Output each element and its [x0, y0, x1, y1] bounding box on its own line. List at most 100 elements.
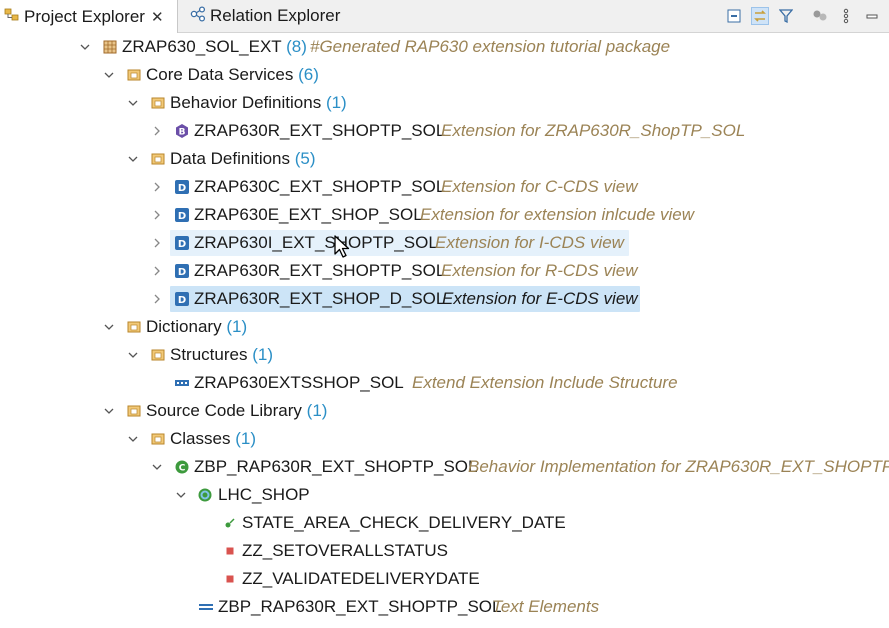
minimize-icon[interactable]: [863, 7, 881, 25]
chevron-down-icon[interactable]: [174, 481, 188, 509]
tree-node-label: ZRAP630E_EXT_SHOP_SOL: [194, 205, 423, 224]
svg-text:D: D: [178, 295, 186, 306]
data-definition-icon: D: [174, 235, 190, 251]
tree-node-label: ZRAP630_SOL_EXT (8): [122, 37, 307, 56]
tree-node-source-code-library[interactable]: Source Code Library (1): [0, 397, 889, 425]
chevron-right-icon[interactable]: [150, 285, 164, 313]
folder-icon: [126, 319, 142, 335]
tree-node-description: Extension for extension inlcude view: [420, 205, 695, 224]
tree-node-label: Data Definitions (5): [170, 149, 316, 168]
project-explorer-icon: [4, 6, 20, 27]
tree-node-description: Extension for E-CDS view: [442, 289, 638, 308]
tree-node-label: ZBP_RAP630R_EXT_SHOPTP_SOL: [194, 457, 478, 476]
tree-node-description: Extension for ZRAP630R_ShopTP_SOL: [441, 121, 746, 140]
chevron-right-icon[interactable]: [150, 229, 164, 257]
tree-node-classes[interactable]: Classes (1): [0, 425, 889, 453]
tree-node-label: ZRAP630C_EXT_SHOPTP_SOL: [194, 177, 446, 196]
data-definition-icon: D: [174, 291, 190, 307]
tree-node-label: ZZ_VALIDATEDELIVERYDATE: [242, 569, 480, 588]
link-with-editor-icon[interactable]: [751, 7, 769, 25]
tree-node-method[interactable]: STATE_AREA_CHECK_DELIVERY_DATE: [0, 509, 889, 537]
tree-node-behavior-definitions[interactable]: Behavior Definitions (1): [0, 89, 889, 117]
svg-text:C: C: [179, 464, 186, 474]
tree-node-description: Extension for I-CDS view: [435, 233, 624, 252]
private-method-icon: [222, 571, 238, 587]
tree-node-label: Structures (1): [170, 345, 273, 364]
folder-icon: [126, 403, 142, 419]
method-icon: [222, 515, 238, 531]
tree-node-label: ZRAP630EXTSSHOP_SOL: [194, 373, 404, 392]
data-definition-icon: D: [174, 207, 190, 223]
tree-node-core-data-services[interactable]: Core Data Services (6): [0, 61, 889, 89]
tree-node-data-definition-selected[interactable]: D ZRAP630R_EXT_SHOP_D_SOL Extension for …: [0, 285, 889, 313]
tree-node-method[interactable]: ZZ_VALIDATEDELIVERYDATE: [0, 565, 889, 593]
tree-node-label: ZRAP630R_EXT_SHOP_D_SOL: [194, 289, 446, 308]
chevron-right-icon[interactable]: [150, 173, 164, 201]
tree-node-label: Classes (1): [170, 429, 256, 448]
svg-text:D: D: [178, 239, 186, 250]
tab-project-explorer-label: Project Explorer: [24, 6, 145, 26]
view-toolbar: [725, 5, 881, 27]
chevron-down-icon[interactable]: [126, 425, 140, 453]
tree-node-data-definitions[interactable]: Data Definitions (5): [0, 145, 889, 173]
tree-node-label: Source Code Library (1): [146, 401, 328, 420]
chevron-right-icon[interactable]: [150, 257, 164, 285]
tree-node-label: ZRAP630I_EXT_SHOPTP_SOL: [194, 233, 438, 252]
tree-node-description: Behavior Implementation for ZRAP630R_EXT…: [468, 457, 889, 476]
svg-text:D: D: [178, 211, 186, 222]
private-method-icon: [222, 543, 238, 559]
behavior-definition-icon: B: [174, 123, 190, 139]
tree-node-structures[interactable]: Structures (1): [0, 341, 889, 369]
tree-node-label: LHC_SHOP: [218, 485, 310, 504]
tab-project-explorer[interactable]: Project Explorer ✕: [0, 0, 178, 33]
tree-node-label: ZBP_RAP630R_EXT_SHOPTP_SOL: [218, 597, 502, 616]
tree-node-text-elements[interactable]: ZBP_RAP630R_EXT_SHOPTP_SOL Text Elements: [0, 593, 889, 621]
tree-node-label: Core Data Services (6): [146, 65, 319, 84]
tree-node-structure[interactable]: ZRAP630EXTSSHOP_SOL Extend Extension Inc…: [0, 369, 889, 397]
chevron-right-icon[interactable]: [150, 117, 164, 145]
tree-node-data-definition[interactable]: D ZRAP630I_EXT_SHOPTP_SOL Extension for …: [0, 229, 889, 257]
chevron-down-icon[interactable]: [126, 89, 140, 117]
tree-node-description: Extend Extension Include Structure: [412, 373, 678, 392]
tree-node-package[interactable]: ZRAP630_SOL_EXT (8) #Generated RAP630 ex…: [0, 33, 889, 61]
tree-node-data-definition[interactable]: D ZRAP630E_EXT_SHOP_SOL Extension for ex…: [0, 201, 889, 229]
relation-explorer-icon: [190, 5, 206, 27]
close-icon[interactable]: ✕: [151, 8, 164, 26]
tree-node-class[interactable]: C ZBP_RAP630R_EXT_SHOPTP_SOL Behavior Im…: [0, 453, 889, 481]
tree-node-data-definition[interactable]: D ZRAP630R_EXT_SHOPTP_SOL Extension for …: [0, 257, 889, 285]
tree-node-dictionary[interactable]: Dictionary (1): [0, 313, 889, 341]
tree-node-description: Extension for C-CDS view: [441, 177, 638, 196]
folder-icon: [150, 431, 166, 447]
tree-node-method[interactable]: ZZ_SETOVERALLSTATUS: [0, 537, 889, 565]
chevron-right-icon[interactable]: [150, 201, 164, 229]
structure-icon: [174, 375, 190, 391]
connections-icon[interactable]: [811, 7, 829, 25]
folder-icon: [150, 151, 166, 167]
tree-node-label: ZZ_SETOVERALLSTATUS: [242, 541, 448, 560]
tab-relation-explorer-label: Relation Explorer: [210, 6, 341, 25]
tree-node-data-definition[interactable]: D ZRAP630C_EXT_SHOPTP_SOL Extension for …: [0, 173, 889, 201]
chevron-down-icon[interactable]: [102, 313, 116, 341]
local-class-icon: [197, 487, 213, 503]
tree-node-behavior-definition[interactable]: B ZRAP630R_EXT_SHOPTP_SOL Extension for …: [0, 117, 889, 145]
tab-relation-explorer[interactable]: Relation Explorer: [190, 0, 350, 32]
data-definition-icon: D: [174, 179, 190, 195]
chevron-down-icon[interactable]: [150, 453, 164, 481]
chevron-down-icon[interactable]: [126, 341, 140, 369]
tree-node-local-class[interactable]: LHC_SHOP: [0, 481, 889, 509]
project-tree: ZRAP630_SOL_EXT (8) #Generated RAP630 ex…: [0, 33, 889, 628]
chevron-down-icon[interactable]: [126, 145, 140, 173]
folder-icon: [126, 67, 142, 83]
text-elements-icon: [198, 599, 214, 615]
tree-node-label: ZRAP630R_EXT_SHOPTP_SOL: [194, 261, 446, 280]
collapse-all-icon[interactable]: [725, 7, 743, 25]
view-menu-icon[interactable]: [837, 7, 855, 25]
class-icon: C: [174, 459, 190, 475]
chevron-down-icon[interactable]: [102, 397, 116, 425]
chevron-down-icon[interactable]: [102, 61, 116, 89]
filter-icon[interactable]: [777, 7, 795, 25]
tree-node-label: STATE_AREA_CHECK_DELIVERY_DATE: [242, 513, 566, 532]
chevron-down-icon[interactable]: [78, 33, 92, 61]
folder-icon: [150, 347, 166, 363]
data-definition-icon: D: [174, 263, 190, 279]
